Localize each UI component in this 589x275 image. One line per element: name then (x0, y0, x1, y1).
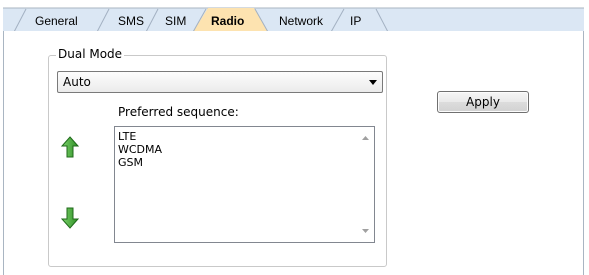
move-down-arrow-icon[interactable] (61, 207, 79, 229)
list-scrollbar[interactable] (357, 127, 374, 242)
tab-network[interactable]: Network (279, 13, 323, 29)
scroll-up-icon[interactable] (361, 135, 370, 141)
tab-radio[interactable]: Radio (211, 13, 244, 29)
tab-strip: General SMS SIM Radio Network IP (0, 0, 589, 32)
tab-sim[interactable]: SIM (165, 13, 186, 29)
sequence-items: LTE WCDMA GSM (118, 130, 162, 169)
list-item[interactable]: WCDMA (118, 143, 162, 156)
list-item[interactable]: LTE (118, 130, 162, 143)
dual-mode-select[interactable]: Auto (57, 71, 383, 93)
preferred-sequence-label: Preferred sequence: (118, 105, 239, 119)
scroll-down-icon[interactable] (361, 228, 370, 234)
tab-ip[interactable]: IP (350, 13, 361, 29)
preferred-sequence-list[interactable]: LTE WCDMA GSM (114, 126, 375, 243)
dropdown-arrow-icon[interactable] (368, 79, 378, 86)
tab-sms[interactable]: SMS (118, 13, 144, 29)
apply-button[interactable]: Apply (437, 91, 529, 113)
dual-mode-group-title: Dual Mode (56, 46, 125, 62)
dual-mode-selected-value: Auto (63, 75, 91, 89)
tab-general[interactable]: General (35, 13, 78, 29)
move-up-arrow-icon[interactable] (61, 136, 79, 158)
list-item[interactable]: GSM (118, 156, 162, 169)
